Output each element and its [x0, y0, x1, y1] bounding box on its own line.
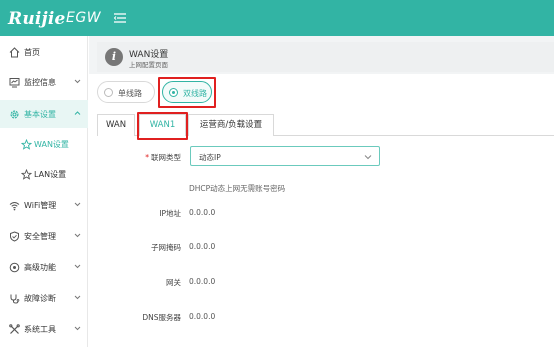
sidebar-item-lan-settings[interactable]: LAN设置	[0, 160, 88, 188]
dual-line-radio[interactable]: 双线路	[162, 81, 212, 103]
gateway-value: 0.0.0.0	[189, 277, 216, 286]
sidebar-item-system-tools[interactable]: 系统工具	[0, 315, 88, 343]
conn-type-label-text: 联网类型	[151, 153, 181, 162]
chevron-down-icon	[74, 264, 81, 269]
sidebar-item-security[interactable]: 安全管理	[0, 222, 88, 250]
page-subtitle: 上网配置页面	[129, 61, 168, 69]
sidebar-item-label: 监控信息	[24, 78, 56, 87]
sidebar-item-basic-settings[interactable]: 基本设置	[0, 100, 88, 128]
diagnose-icon	[10, 294, 20, 304]
sidebar-item-monitor[interactable]: 监控信息	[0, 68, 88, 96]
sidebar-item-label: WiFi管理	[24, 201, 57, 210]
chevron-down-icon	[74, 295, 81, 300]
gateway-label: 网关	[166, 278, 181, 287]
page-header: i WAN设置 上网配置页面	[97, 42, 554, 72]
sidebar-item-label: 安全管理	[24, 232, 56, 241]
sidebar-item-wifi[interactable]: WiFi管理	[0, 191, 88, 219]
sidebar-item-label: WAN设置	[34, 140, 69, 149]
sidebar-item-label: 基本设置	[24, 110, 56, 119]
chevron-up-icon	[74, 111, 81, 115]
sidebar-item-wan-settings[interactable]: WAN设置	[0, 130, 88, 158]
tab-wan[interactable]: WAN	[97, 114, 135, 136]
content-panel: 单线路 双线路 WAN WAN1 运营商/负载设置 * 联网类型 动态IP DHC…	[89, 74, 554, 347]
menu-toggle-icon[interactable]	[114, 12, 126, 24]
radio-circle-selected	[169, 88, 178, 97]
single-line-label: 单线路	[118, 89, 142, 98]
monitor-icon	[9, 78, 20, 88]
product-name: EGW	[66, 10, 102, 26]
radio-circle	[104, 88, 113, 97]
brand-logo: Ruijie	[8, 9, 66, 29]
conn-type-value: 动态IP	[199, 153, 221, 162]
sidebar-item-home[interactable]: 首页	[0, 38, 88, 66]
sidebar-item-label: LAN设置	[34, 170, 67, 179]
sidebar-item-advanced[interactable]: 高级功能	[0, 253, 88, 281]
star-icon	[21, 169, 32, 180]
main-area: i WAN设置 上网配置页面 单线路 双线路 WAN WAN1 运营商/负载设置…	[89, 36, 554, 347]
sidebar-item-label: 系统工具	[24, 325, 56, 334]
chevron-down-icon	[74, 202, 81, 207]
chevron-down-icon	[74, 233, 81, 238]
chevron-down-icon	[74, 79, 81, 84]
dns-value: 0.0.0.0	[189, 312, 216, 321]
wan-tabs: WAN WAN1 运营商/负载设置	[97, 114, 554, 136]
chevron-down-icon	[364, 155, 372, 160]
sidebar-item-diagnose[interactable]: 故障诊断	[0, 284, 88, 312]
tools-icon	[9, 324, 20, 334]
mask-label: 子网掩码	[151, 243, 181, 252]
info-icon: i	[105, 48, 123, 66]
wifi-icon	[9, 202, 20, 211]
tab-wan1[interactable]: WAN1	[139, 114, 186, 136]
tab-isp-load[interactable]: 运营商/负载设置	[188, 114, 274, 136]
sidebar-item-label: 高级功能	[24, 263, 56, 272]
single-line-radio[interactable]: 单线路	[97, 81, 155, 103]
gear-icon	[10, 110, 19, 119]
chevron-down-icon	[74, 326, 81, 331]
ip-value: 0.0.0.0	[189, 208, 216, 217]
shield-icon	[10, 231, 19, 242]
top-bar: Ruijie EGW	[0, 0, 554, 36]
sidebar: 首页 监控信息 基本设置 WAN设置 LAN设置 WiFi管理 安全管理 高级功…	[0, 36, 88, 347]
dual-line-label: 双线路	[183, 89, 207, 98]
ip-label: IP地址	[159, 209, 181, 218]
sidebar-item-label: 故障诊断	[24, 294, 56, 303]
advanced-icon	[9, 262, 20, 273]
dns-label: DNS服务器	[142, 313, 181, 322]
conn-type-label: * 联网类型	[101, 152, 181, 163]
dhcp-hint: DHCP动态上网无需账号密码	[189, 184, 286, 193]
home-icon	[9, 47, 20, 58]
star-icon	[21, 139, 32, 150]
sidebar-item-label: 首页	[24, 48, 40, 57]
mask-value: 0.0.0.0	[189, 242, 216, 251]
conn-type-select[interactable]: 动态IP	[190, 146, 380, 166]
required-mark: *	[145, 153, 149, 162]
